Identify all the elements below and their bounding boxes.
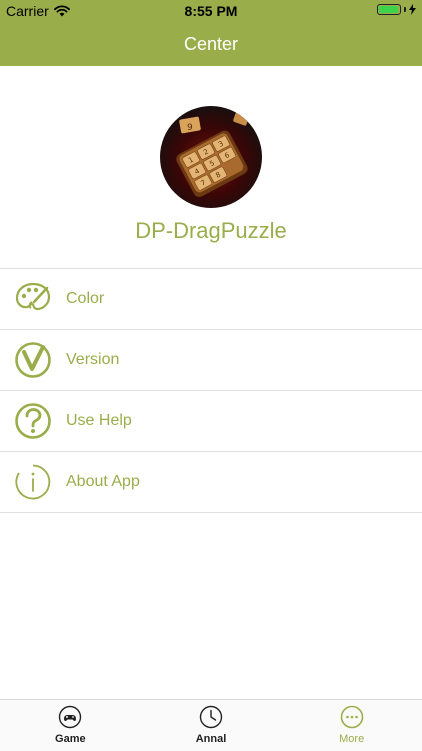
- menu-item-version[interactable]: Version: [0, 330, 422, 391]
- tab-annal[interactable]: Annal: [141, 700, 282, 751]
- tab-label: Annal: [195, 733, 227, 745]
- battery-icon: [377, 4, 401, 15]
- puzzle-board-image: 9 123 456 78: [176, 112, 249, 197]
- tab-more[interactable]: More: [281, 700, 422, 751]
- menu-item-about-app[interactable]: About App: [0, 452, 422, 513]
- gamepad-icon: [59, 705, 82, 729]
- menu-item-label: Use Help: [66, 412, 132, 429]
- menu-item-label: Color: [66, 290, 105, 307]
- svg-text:9: 9: [187, 123, 193, 133]
- settings-menu-list: Color Version Use Help About App: [0, 268, 422, 513]
- status-bar: Carrier 8:55 PM: [0, 0, 422, 22]
- info-icon: [15, 464, 51, 500]
- menu-item-use-help[interactable]: Use Help: [0, 391, 422, 452]
- menu-item-label: Version: [66, 351, 120, 368]
- clock-icon: [199, 705, 223, 729]
- app-name-title: DP-DragPuzzle: [135, 218, 287, 243]
- menu-item-label: About App: [66, 473, 140, 490]
- menu-item-color[interactable]: Color: [0, 269, 422, 330]
- version-v-icon: [15, 342, 51, 378]
- tab-label: More: [339, 733, 365, 745]
- status-time: 8:55 PM: [184, 3, 238, 19]
- nav-title: Center: [183, 33, 239, 54]
- navigation-bar: Center: [0, 22, 422, 66]
- question-icon: [15, 403, 51, 439]
- palette-icon: [15, 282, 51, 311]
- battery-indicator: [377, 4, 416, 15]
- charging-bolt-icon: [409, 4, 416, 15]
- tab-game[interactable]: Game: [0, 700, 141, 751]
- more-dots-icon: [340, 705, 363, 729]
- app-icon: 9 123 456 78: [160, 106, 262, 208]
- tab-label: Game: [55, 733, 86, 745]
- app-header: 9 123 456 78 DP-DragPuzzle: [0, 66, 422, 268]
- tab-bar: Game Annal More: [0, 699, 422, 751]
